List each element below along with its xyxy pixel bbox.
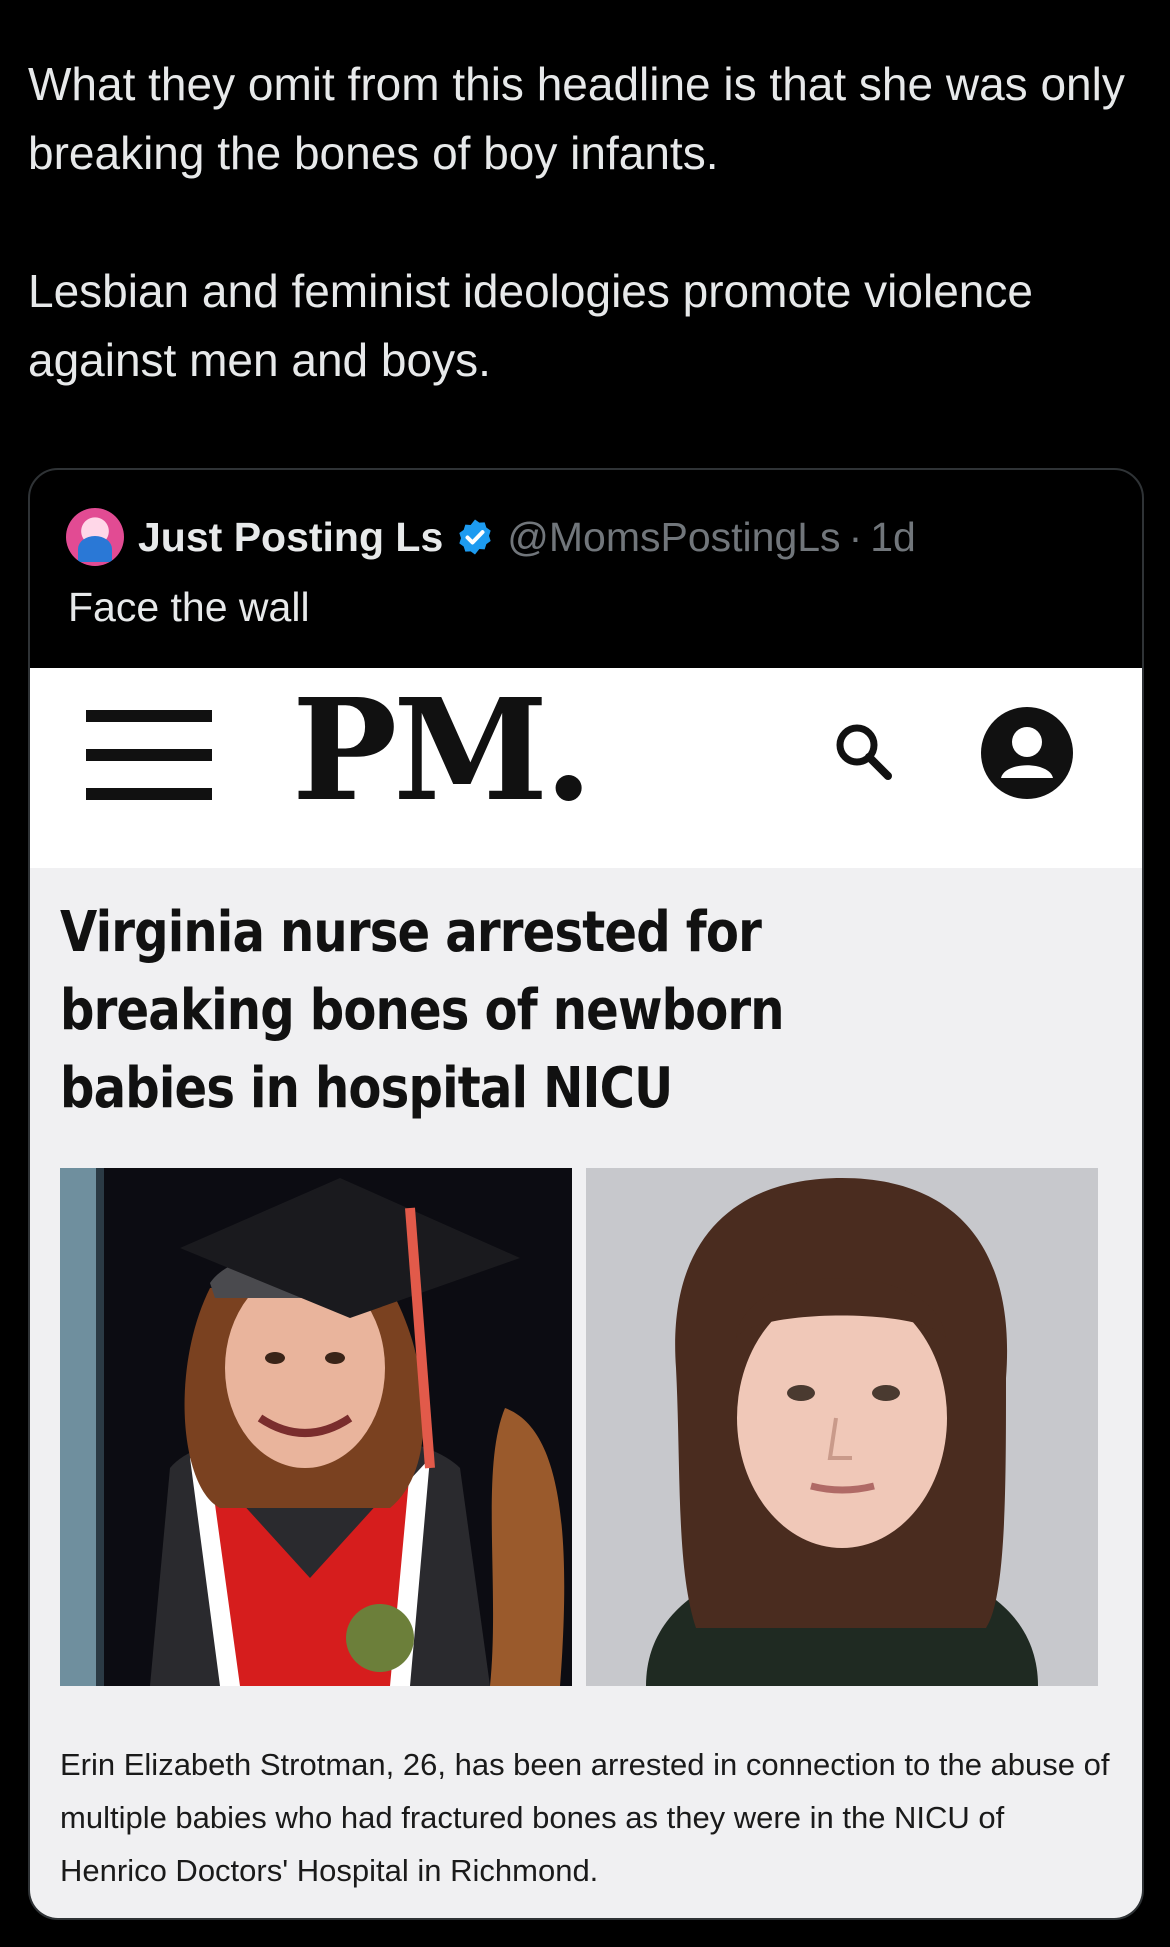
author-handle[interactable]: @MomsPostingLs (507, 514, 840, 561)
quoted-tweet-card[interactable]: Just Posting Ls @MomsPostingLs · 1d Face… (28, 468, 1144, 1920)
article-headline[interactable]: Virginia nurse arrested for breaking bon… (60, 894, 954, 1128)
hamburger-icon[interactable] (86, 710, 212, 800)
verified-badge-icon (459, 519, 491, 555)
separator-dot: · (848, 513, 863, 560)
site-header: PM. (30, 668, 1142, 868)
mugshot-photo (586, 1168, 1098, 1686)
user-icon[interactable] (980, 706, 1074, 800)
graduation-photo (60, 1168, 572, 1686)
search-icon[interactable] (830, 718, 896, 784)
tweet-paragraph-2: Lesbian and feminist ideologies promote … (28, 265, 1033, 386)
tweet-paragraph-1: What they omit from this headline is tha… (28, 58, 1125, 179)
quoted-tweet-header: Just Posting Ls @MomsPostingLs · 1d (66, 506, 916, 568)
article-screenshot[interactable]: PM. Virginia nurse arrested for breaking… (30, 668, 1142, 1918)
author-name[interactable]: Just Posting Ls (138, 514, 443, 561)
quoted-tweet-text: Face the wall (68, 584, 310, 630)
avatar[interactable] (66, 508, 124, 566)
article-caption: Erin Elizabeth Strotman, 26, has been ar… (60, 1747, 1110, 1888)
tweet-text: What they omit from this headline is tha… (28, 50, 1128, 395)
site-logo[interactable]: PM. (292, 676, 593, 826)
post-time[interactable]: 1d (870, 514, 916, 561)
